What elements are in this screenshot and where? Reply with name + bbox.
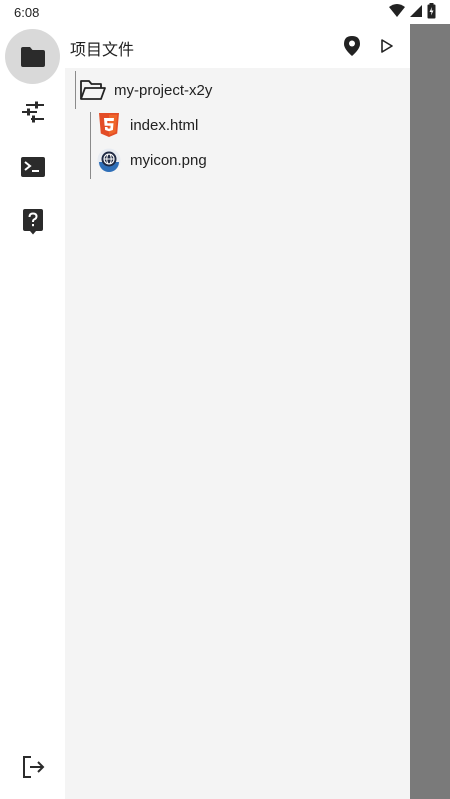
wifi-icon (389, 4, 405, 17)
file-name: myicon.png (130, 151, 207, 169)
rail-logout-button[interactable] (5, 739, 60, 794)
html5-icon (96, 112, 122, 138)
battery-icon (427, 3, 436, 19)
terminal-icon (20, 156, 45, 177)
status-icons (389, 3, 436, 19)
sliders-icon (21, 101, 44, 122)
rail-settings-button[interactable] (5, 84, 60, 139)
status-time: 6:08 (14, 5, 40, 20)
play-icon (381, 39, 393, 53)
panel-header: 项目文件 (65, 24, 410, 68)
folder-open-icon (80, 77, 106, 103)
rail-files-button[interactable] (5, 29, 60, 84)
rail-terminal-button[interactable] (5, 139, 60, 194)
signal-icon (410, 5, 422, 17)
location-button[interactable] (338, 32, 366, 60)
run-button[interactable] (373, 32, 401, 60)
navigation-rail (0, 24, 65, 799)
tree-item-root-folder[interactable]: my-project-x2y (80, 73, 212, 107)
logout-icon (22, 755, 44, 778)
tree-guide-line (90, 112, 91, 179)
drawer-scrim[interactable] (410, 24, 450, 799)
help-icon (22, 208, 43, 234)
location-pin-icon (344, 36, 360, 56)
image-globe-icon (96, 147, 122, 173)
file-name: index.html (130, 116, 199, 134)
tree-guide-line (75, 71, 76, 109)
project-files-panel: 项目文件 my-project-x2y index.html myicon.pn… (65, 24, 410, 799)
folder-name: my-project-x2y (114, 81, 213, 99)
status-bar: 6:08 (0, 0, 450, 24)
rail-help-button[interactable] (5, 194, 60, 249)
panel-title: 项目文件 (70, 42, 135, 59)
folder-icon (20, 46, 45, 67)
tree-item-file[interactable]: myicon.png (96, 143, 207, 177)
tree-item-file[interactable]: index.html (96, 108, 198, 142)
